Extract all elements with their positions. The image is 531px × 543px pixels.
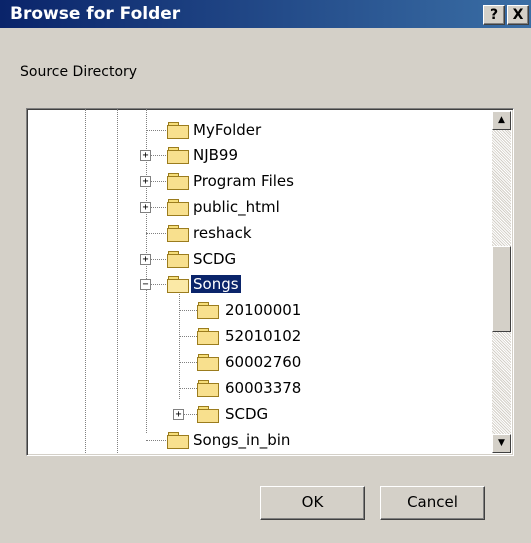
arrow-up-icon[interactable]: ▲ <box>492 111 511 130</box>
tree-item-public-html[interactable]: + public_html <box>27 196 487 220</box>
folder-icon <box>167 173 189 190</box>
folder-icon <box>167 122 189 139</box>
folder-icon <box>167 225 189 242</box>
expand-icon[interactable]: + <box>140 176 151 187</box>
tree-connector <box>179 362 199 363</box>
tree-item-label: public_html <box>193 198 280 216</box>
tree-item-njb99[interactable]: + NJB99 <box>27 144 487 168</box>
scrollbar-thumb[interactable] <box>492 246 511 332</box>
ok-button[interactable]: OK <box>260 486 365 520</box>
tree-connector <box>146 130 168 131</box>
tree-item-label: NJB99 <box>193 146 239 164</box>
close-button[interactable]: X <box>507 5 529 25</box>
folder-tree[interactable]: MyFolder + NJB99 + Program Files + publi… <box>26 108 514 456</box>
tree-item-label-selected: Songs <box>190 274 242 294</box>
folder-icon <box>167 251 189 268</box>
tree-item-52010102[interactable]: 52010102 <box>27 325 487 349</box>
tree-item-scdg[interactable]: + SCDG <box>27 248 487 272</box>
title-bar[interactable]: Browse for Folder ? X <box>0 0 531 28</box>
tree-item-label: Program Files <box>193 172 294 190</box>
tree-item-songs-in-bin[interactable]: Songs_in_bin <box>27 429 487 453</box>
tree-item-label: SCDG <box>225 405 269 423</box>
folder-icon <box>197 380 219 397</box>
folder-open-icon <box>167 276 189 293</box>
expand-icon[interactable]: + <box>173 409 184 420</box>
arrow-down-icon[interactable]: ▼ <box>492 434 511 453</box>
vertical-scrollbar[interactable]: ▲ ▼ <box>492 111 511 453</box>
tree-item-60002760[interactable]: 60002760 <box>27 351 487 375</box>
tree-connector <box>146 233 168 234</box>
help-button[interactable]: ? <box>483 5 505 25</box>
collapse-icon[interactable]: − <box>140 279 151 290</box>
tree-item-reshack[interactable]: reshack <box>27 222 487 246</box>
tree-item-songs-scdg[interactable]: + SCDG <box>27 403 487 427</box>
tree-item-program-files[interactable]: + Program Files <box>27 170 487 194</box>
tree-connector <box>146 440 168 441</box>
tree-connector <box>179 310 199 311</box>
folder-icon <box>167 432 189 449</box>
tree-item-label: MyFolder <box>193 121 262 139</box>
expand-icon[interactable]: + <box>140 150 151 161</box>
folder-icon <box>197 302 219 319</box>
tree-item-label: 52010102 <box>225 327 302 345</box>
tree-item-label: 60003378 <box>225 379 302 397</box>
source-directory-label: Source Directory <box>20 64 138 80</box>
expand-icon[interactable]: + <box>140 202 151 213</box>
expand-icon[interactable]: + <box>140 254 151 265</box>
tree-connector <box>179 336 199 337</box>
tree-connector <box>179 388 199 389</box>
tree-item-label: SCDG <box>193 250 237 268</box>
tree-item-label: 60002760 <box>225 353 302 371</box>
tree-item-label: Songs_in_bin <box>193 431 291 449</box>
tree-item-label: reshack <box>193 224 252 242</box>
tree-item-label: 20100001 <box>225 301 302 319</box>
folder-icon <box>197 406 219 423</box>
folder-icon <box>167 147 189 164</box>
folder-icon <box>167 199 189 216</box>
window-title: Browse for Folder <box>10 4 181 24</box>
folder-icon <box>197 328 219 345</box>
tree-item-songs[interactable]: − Songs <box>27 273 487 297</box>
tree-item-20100001[interactable]: 20100001 <box>27 299 487 323</box>
tree-item-myfolder[interactable]: MyFolder <box>27 119 487 143</box>
tree-item-60003378[interactable]: 60003378 <box>27 377 487 401</box>
folder-icon <box>197 354 219 371</box>
cancel-button[interactable]: Cancel <box>380 486 485 520</box>
